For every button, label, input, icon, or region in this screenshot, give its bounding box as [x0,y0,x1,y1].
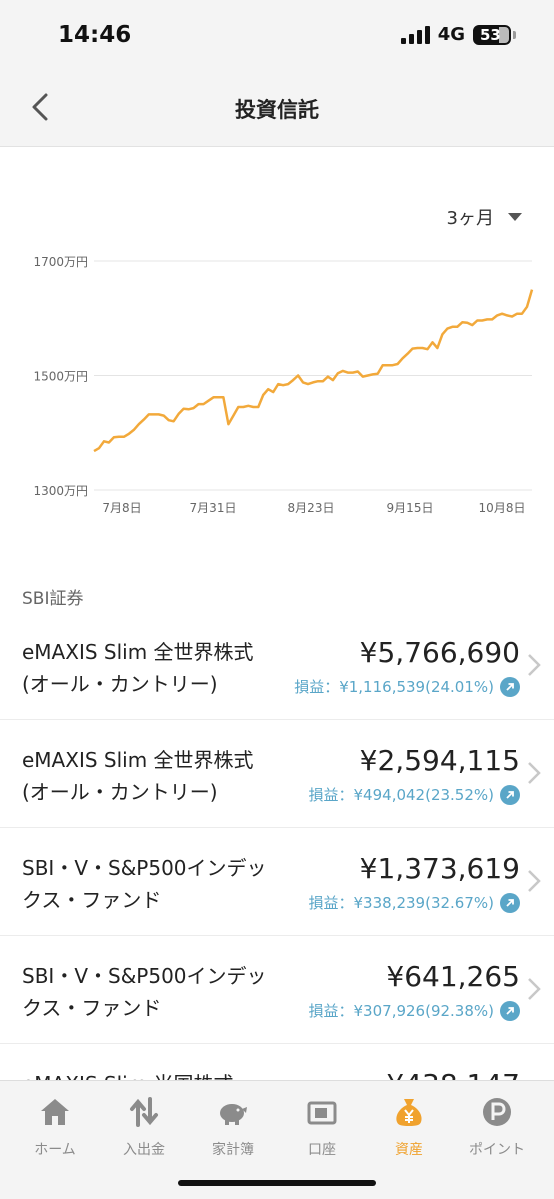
points-icon [483,1098,511,1126]
fund-pl-text: 損益：¥338,239(32.67%) [308,894,494,912]
chevron-right-icon [528,978,541,1000]
tab-account[interactable]: 口座 [277,1095,367,1159]
fund-value: ¥438,147 [386,1068,520,1080]
arrow-up-right-icon [500,892,520,913]
tab-label: ホーム [34,1142,76,1158]
arrow-up-right-icon [500,676,520,697]
fund-value: ¥2,594,115 [359,744,520,777]
fund-name: eMAXIS Slim 全世界株式(オール・カントリー) [22,640,254,696]
fund-row[interactable]: eMAXIS Slim 米国株式 ¥438,147 [0,1044,554,1080]
fund-row[interactable]: eMAXIS Slim 全世界株式(オール・カントリー) ¥5,766,690 … [0,612,554,720]
tab-points[interactable]: ポイント [452,1095,542,1159]
chevron-right-icon [528,870,541,892]
fund-profit-loss: 損益：¥494,042(23.52%) [309,784,520,805]
fund-pl-text: 損益：¥494,042(23.52%) [308,786,494,804]
tab-transfer[interactable]: 入出金 [99,1095,189,1159]
x-tick-label: 7月8日 [102,501,141,515]
tab-home[interactable]: ホーム [10,1095,100,1159]
status-bar: 14:46 4G 53 [0,0,554,72]
fund-name: eMAXIS Slim 米国株式 [22,1068,272,1080]
chevron-right-icon [528,654,541,676]
fund-profit-loss: 損益：¥307,926(92.38%) [309,1000,520,1021]
x-tick-label: 8月23日 [288,501,335,515]
transfer-icon [130,1097,158,1127]
home-indicator [178,1180,376,1186]
fund-name: SBI・V・S&P500インデックス・ファンド [22,856,267,912]
battery-cap [513,30,516,39]
asset-chart: 1700万円 1500万円 1300万円 7月8日 7月31日 8月23日 9月15日 10月… [0,240,554,530]
status-indicators: 4G 53 [400,24,516,45]
period-dropdown[interactable]: 3ヶ月 [447,204,522,230]
battery-icon: 53 [473,24,511,45]
asset-line-chart: 1700万円 1500万円 1300万円 7月8日 7月31日 8月23日 9月15日 10月… [33,255,534,515]
home-icon [41,1099,69,1125]
piggy-bank-icon [220,1104,247,1125]
arrow-up-right-icon [500,1000,520,1021]
tab-assets[interactable]: 資産 [364,1095,454,1159]
page-title: 投資信託 [235,98,319,122]
y-tick-label: 1500万円 [33,370,88,384]
tab-label: 口座 [308,1142,336,1158]
fund-row[interactable]: SBI・V・S&P500インデックス・ファンド ¥1,373,619 損益：¥3… [0,828,554,936]
y-tick-label: 1700万円 [33,255,88,269]
fund-pl-text: 損益：¥307,926(92.38%) [308,1002,494,1020]
tab-label: 資産 [395,1142,423,1158]
signal-icon [400,25,430,44]
wallet-icon [307,1101,337,1125]
fund-profit-loss: 損益：¥1,116,539(24.01%) [294,676,520,697]
fund-value: ¥5,766,690 [359,636,520,669]
status-time: 14:46 [58,22,132,48]
fund-name: SBI・V・S&P500インデックス・ファンド [22,964,267,1020]
caret-down-icon [508,213,522,221]
fund-name: eMAXIS Slim 全世界株式(オール・カントリー) [22,748,254,804]
x-tick-label: 7月31日 [190,501,237,515]
x-tick-label: 9月15日 [387,501,434,515]
battery-level: 53 [480,25,501,44]
period-selected: 3ヶ月 [446,208,494,229]
y-tick-label: 1300万円 [33,484,88,498]
fund-value: ¥1,373,619 [359,852,520,885]
arrow-up-right-icon [500,784,520,805]
fund-row[interactable]: eMAXIS Slim 全世界株式(オール・カントリー) ¥2,594,115 … [0,720,554,828]
money-bag-icon [396,1099,422,1126]
tab-label: 入出金 [123,1142,165,1158]
fund-pl-text: 損益：¥1,116,539(24.01%) [294,678,494,696]
section-label: SBI証券 [22,589,84,609]
tab-household[interactable]: 家計簿 [188,1095,278,1159]
fund-row[interactable]: SBI・V・S&P500インデックス・ファンド ¥641,265 損益：¥307… [0,936,554,1044]
series-line [93,289,534,453]
nav-bar: 投資信託 [0,72,554,147]
chevron-right-icon [528,762,541,784]
network-type: 4G [437,24,465,45]
tab-label: 家計簿 [212,1142,254,1158]
x-tick-label: 10月8日 [479,501,526,515]
fund-profit-loss: 損益：¥338,239(32.67%) [309,892,520,913]
tab-label: ポイント [469,1142,525,1158]
fund-list: eMAXIS Slim 全世界株式(オール・カントリー) ¥5,766,690 … [0,612,554,1080]
fund-value: ¥641,265 [386,960,520,993]
